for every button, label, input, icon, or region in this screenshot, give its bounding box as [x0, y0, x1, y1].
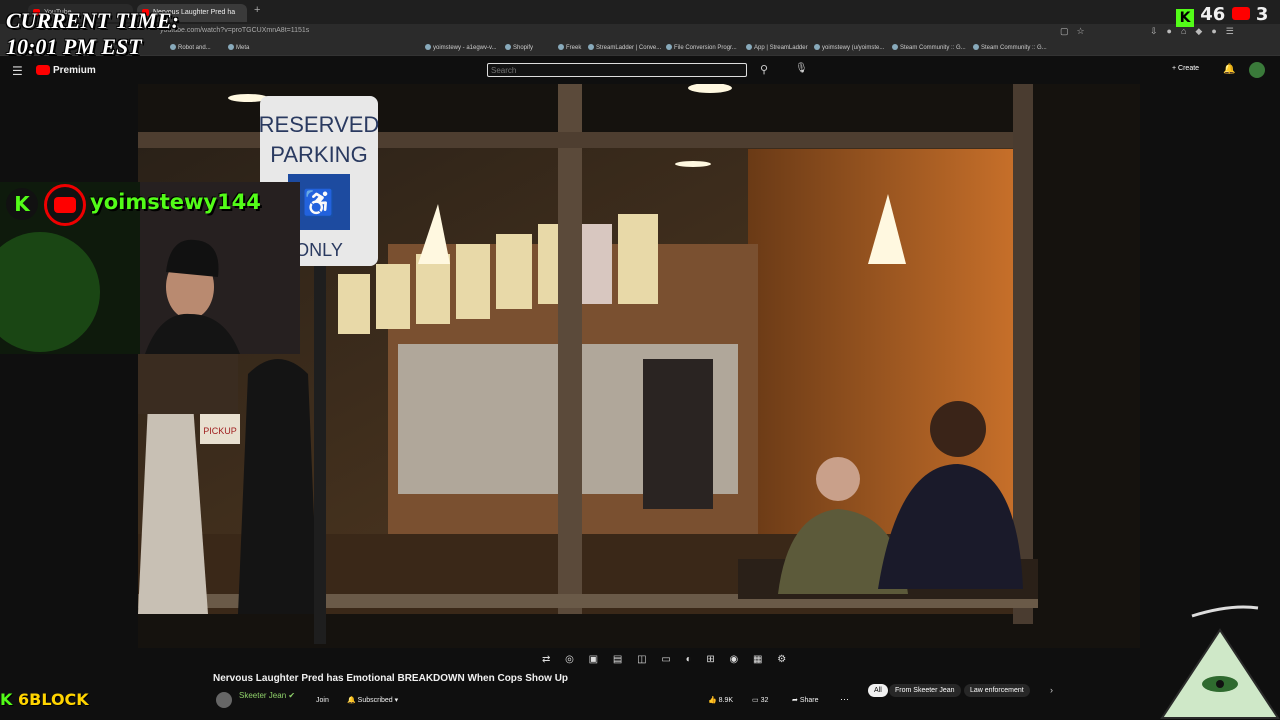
bookmark[interactable]: yoimstewy (u/yoimste...: [814, 44, 884, 51]
youtube-icon: [1231, 7, 1250, 20]
svg-text:RESERVED: RESERVED: [259, 112, 380, 137]
premium-logo[interactable]: Premium: [53, 65, 96, 76]
create-button[interactable]: + Create: [1172, 65, 1199, 72]
menu-icon[interactable]: ☰: [12, 64, 23, 78]
kick-icon: K: [0, 690, 13, 709]
subscribed-button[interactable]: 🔔 Subscribed ▾: [347, 696, 398, 704]
bookmark[interactable]: File Conversion Progr...: [666, 44, 737, 51]
youtube-logo-icon[interactable]: [36, 65, 50, 75]
kick-icon: K: [1176, 9, 1194, 27]
player-controls[interactable]: ⇄ ◎ ▣ ▤ ◫ ▭ ◐ ⊞ ◉ ▦ ⚙: [542, 654, 792, 665]
extension-icons[interactable]: ⇩●⌂◆●☰: [1150, 26, 1243, 37]
video-frame: RESERVED PARKING ♿ ONLY PICKUP: [138, 84, 1140, 648]
chip-from-channel[interactable]: From Skeeter Jean: [889, 684, 961, 697]
avatar[interactable]: [1249, 62, 1265, 78]
pyramid-eye-logo: [1160, 605, 1280, 719]
video-title: Nervous Laughter Pred has Emotional BREA…: [213, 673, 569, 684]
youtube-logo-icon: [44, 184, 86, 226]
bookmark[interactable]: Steam Community :: G...: [892, 44, 966, 51]
block-overlay: K 6BLOCK: [0, 690, 89, 709]
svg-text:ONLY: ONLY: [295, 240, 343, 260]
chip-law-enforcement[interactable]: Law enforcement: [964, 684, 1030, 697]
join-button[interactable]: Join: [316, 697, 329, 704]
bookmark[interactable]: App | StreamLadder: [746, 44, 808, 51]
current-time-overlay: CURRENT TIME: 10:01 PM EST: [6, 8, 179, 59]
channel-name[interactable]: Skeeter Jean ✔: [239, 691, 295, 700]
bookmark[interactable]: Shopify: [505, 44, 533, 51]
channel-avatar[interactable]: [216, 692, 232, 708]
browser-action-icons[interactable]: ▢☆: [1060, 26, 1093, 37]
streamer-name: yoimstewy144: [90, 190, 261, 214]
new-tab-button[interactable]: +: [254, 4, 260, 16]
svg-text:PICKUP: PICKUP: [203, 426, 237, 436]
bookmark[interactable]: Freek: [558, 44, 581, 51]
bookmark[interactable]: StreamLadder | Conve...: [588, 44, 661, 51]
youtube-viewers: 3: [1255, 4, 1269, 25]
share-button[interactable]: ➦ Share: [792, 696, 819, 704]
search-icon[interactable]: ⚲: [760, 63, 768, 76]
url-text[interactable]: youtube.com/watch?v=proTGCUXmnA8t=1151s: [160, 27, 309, 34]
viewer-counts: K 46 3: [1176, 4, 1268, 27]
browser-tab-bar: YouTube Nervous Laughter Pred ha +: [0, 0, 1280, 24]
search-input[interactable]: [487, 63, 747, 77]
svg-text:PARKING: PARKING: [270, 142, 367, 167]
svg-text:♿: ♿: [303, 188, 335, 218]
verified-icon: ✔: [288, 691, 296, 700]
kick-viewers: 46: [1200, 4, 1226, 25]
microphone-icon[interactable]: 🎙: [795, 63, 808, 74]
notifications-icon[interactable]: 🔔: [1223, 64, 1235, 75]
bookmark[interactable]: Meta: [228, 44, 249, 51]
like-button[interactable]: 👍 8.9K: [708, 696, 733, 704]
bell-icon: 🔔: [347, 697, 356, 704]
bookmark[interactable]: Steam Community :: G...: [973, 44, 1047, 51]
video-player[interactable]: RESERVED PARKING ♿ ONLY PICKUP: [138, 84, 1140, 648]
bookmark[interactable]: yoimstewy - a1egwv-v...: [425, 44, 497, 51]
more-icon[interactable]: ⋯: [840, 694, 849, 705]
thumbs-up-icon: 👍: [708, 697, 717, 704]
chip-all[interactable]: All: [868, 684, 888, 697]
chevron-right-icon[interactable]: ›: [1050, 685, 1053, 695]
kick-logo-icon: K: [6, 188, 38, 220]
comment-icon: ▭: [752, 697, 759, 704]
comments-button[interactable]: ▭ 32: [752, 696, 768, 704]
share-icon: ➦: [792, 697, 798, 704]
